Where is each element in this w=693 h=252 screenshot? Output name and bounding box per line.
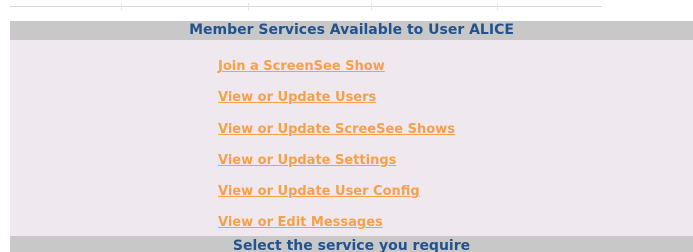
member-services-panel: Member Services Available to User ALICE … xyxy=(10,21,693,252)
menu-item: View or Update User Config xyxy=(218,180,420,199)
tick-mark xyxy=(248,3,249,10)
instruction-footer: Select the service you require xyxy=(10,236,693,252)
menu-item: View or Update Users xyxy=(218,86,376,105)
update-user-config-link[interactable]: View or Update User Config xyxy=(218,184,420,199)
update-settings-link[interactable]: View or Update Settings xyxy=(218,153,396,168)
join-show-link[interactable]: Join a ScreenSee Show xyxy=(218,59,385,74)
menu-item: View or Update ScreeSee Shows xyxy=(218,118,455,137)
panel-title: Member Services Available to User ALICE xyxy=(10,21,693,40)
update-users-link[interactable]: View or Update Users xyxy=(218,90,376,105)
menu-item: View or Edit Messages xyxy=(218,211,383,230)
tick-mark xyxy=(121,3,122,10)
menu-item: Join a ScreenSee Show xyxy=(218,55,385,74)
top-divider xyxy=(10,6,602,7)
tick-mark xyxy=(497,3,498,10)
menu-item: View or Update Settings xyxy=(218,149,396,168)
top-strip xyxy=(0,0,693,14)
tick-mark xyxy=(371,3,372,10)
update-shows-link[interactable]: View or Update ScreeSee Shows xyxy=(218,122,455,137)
edit-messages-link[interactable]: View or Edit Messages xyxy=(218,215,383,230)
